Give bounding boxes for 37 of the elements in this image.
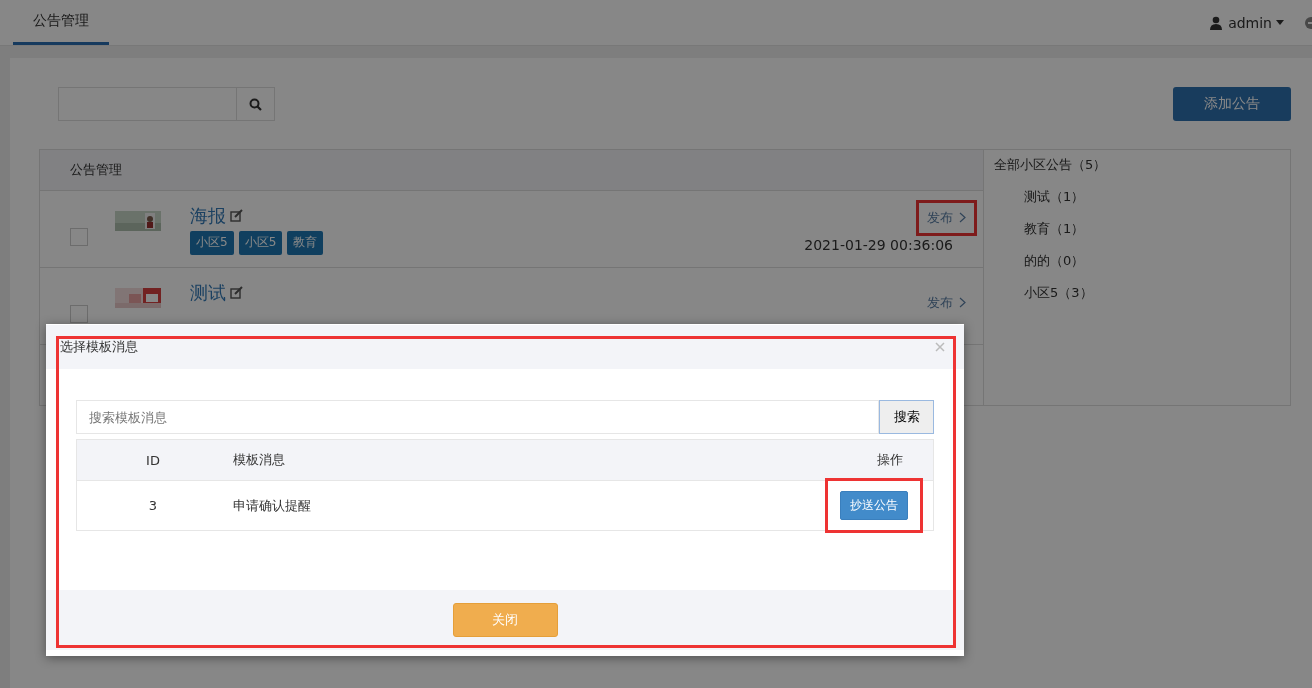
column-header: 模板消息 bbox=[233, 452, 285, 467]
tag: 小区5 bbox=[190, 230, 234, 255]
date-text: 2021-01-29 00:36:06 bbox=[804, 236, 953, 253]
modal-title: 选择模板消息 bbox=[60, 338, 138, 356]
category-item[interactable]: 教育（1） bbox=[994, 220, 1280, 238]
chevron-icon bbox=[959, 297, 966, 308]
copy-notice-button[interactable]: 抄送公告 bbox=[840, 491, 908, 520]
edit-icon[interactable] bbox=[230, 286, 243, 299]
notice-title[interactable]: 测试 bbox=[190, 280, 226, 305]
chevron-icon bbox=[959, 212, 966, 223]
checkbox[interactable] bbox=[70, 305, 88, 323]
tag: 小区5 bbox=[238, 230, 283, 255]
search-field[interactable]: 搜索模板消息 bbox=[76, 400, 879, 434]
tag: 教育 bbox=[287, 230, 324, 255]
table-cell: 3 bbox=[148, 498, 158, 513]
search-field[interactable] bbox=[58, 87, 275, 121]
checkbox[interactable] bbox=[70, 228, 88, 246]
close-icon[interactable] bbox=[935, 342, 945, 352]
nav-tab[interactable]: 公告管理 bbox=[13, 0, 109, 45]
column-header: ID bbox=[146, 452, 160, 468]
caret-icon bbox=[1276, 20, 1284, 25]
search-button[interactable]: 搜索 bbox=[879, 400, 934, 434]
notice-title[interactable]: 海报 bbox=[190, 203, 226, 228]
publish-link[interactable]: 发布 bbox=[916, 199, 977, 236]
edit-icon[interactable] bbox=[230, 209, 243, 222]
category-item[interactable]: 的的（0） bbox=[994, 252, 1280, 270]
search-icon bbox=[249, 97, 262, 111]
table-cell: 申请确认提醒 bbox=[233, 497, 311, 513]
category-item[interactable]: 小区5（3） bbox=[994, 284, 1280, 302]
category-item[interactable]: 全部小区公告（5） bbox=[994, 156, 1280, 174]
column-header: 操作 bbox=[877, 452, 903, 467]
publish-link[interactable]: 发布 bbox=[916, 284, 977, 321]
user-menu[interactable]: admin bbox=[1228, 14, 1284, 31]
add-button[interactable]: 添加公告 bbox=[1173, 87, 1291, 121]
category-item[interactable]: 测试（1） bbox=[994, 188, 1280, 206]
user-icon bbox=[1210, 15, 1223, 30]
list-header: 公告管理 bbox=[70, 161, 122, 179]
